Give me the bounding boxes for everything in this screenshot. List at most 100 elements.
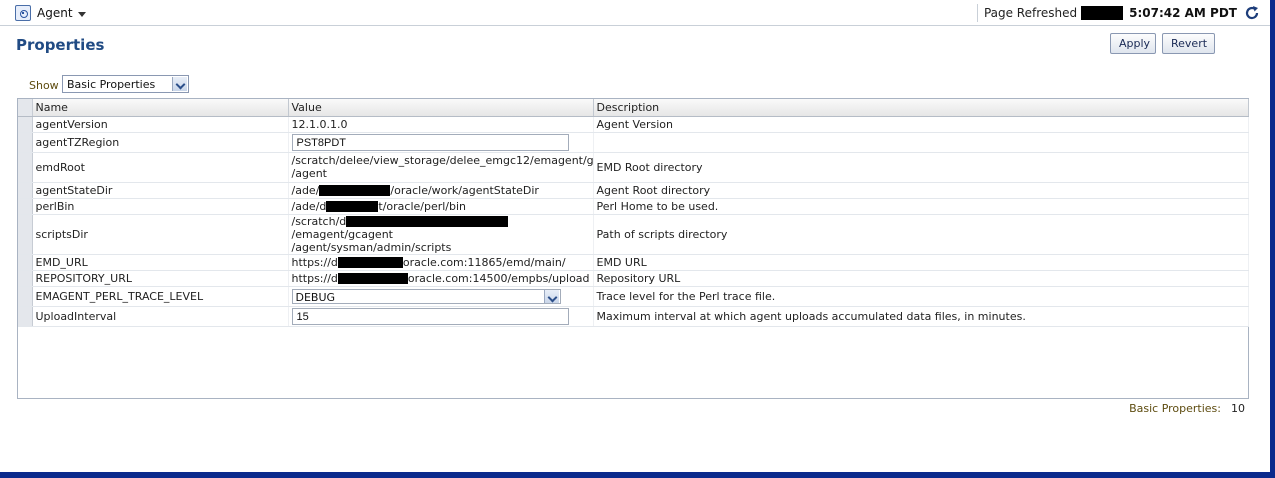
row-selector[interactable] — [18, 116, 33, 133]
page-refresh-area: Page Refreshed 5:07:42 AM PDT — [976, 4, 1260, 22]
value-suffix: t/oracle/perl/bin — [378, 199, 467, 213]
agent-tz-region-input[interactable] — [291, 133, 569, 151]
table-row: perlBin /ade/d t/oracle/perl/bin Perl Hom… — [18, 198, 1249, 215]
show-label: Show — [29, 79, 59, 92]
caret-down-icon — [77, 11, 86, 17]
row-count-value: 10 — [1231, 402, 1245, 415]
property-description: Trace level for the Perl trace file. — [593, 286, 1249, 307]
perl-trace-level-select[interactable]: DEBUG — [291, 288, 561, 304]
value-prefix: /scratch/d — [291, 214, 347, 228]
perl-trace-level-value: DEBUG — [295, 290, 336, 304]
property-description — [593, 132, 1249, 153]
property-description: Maximum interval at which agent uploads … — [593, 306, 1249, 327]
table-row: agentTZRegion — [18, 132, 1249, 153]
property-name: agentStateDir — [32, 182, 289, 199]
row-count-label: Basic Properties: — [1129, 402, 1221, 415]
redacted-block — [326, 200, 379, 212]
property-description: EMD URL — [593, 254, 1249, 271]
value-prefix: /ade/ — [291, 183, 320, 197]
table-row: agentStateDir /ade/ /oracle/work/agentSta… — [18, 182, 1249, 199]
property-name: scriptsDir — [32, 214, 289, 255]
value-suffix: oracle.com:11865/emd/main/ — [402, 255, 566, 269]
value-suffix: oracle.com:14500/empbs/upload — [407, 271, 590, 285]
property-description: Agent Version — [593, 116, 1249, 133]
show-select-value: Basic Properties — [67, 78, 156, 91]
property-value: /scratch/d/emagent/gcagent /agent/sysman… — [288, 214, 594, 255]
property-description: EMD Root directory — [593, 152, 1249, 183]
divider — [976, 4, 978, 22]
property-value: https://d oracle.com:11865/emd/main/ — [288, 254, 594, 271]
property-value: 12.1.0.1.0 — [288, 116, 594, 133]
top-bar: Agent Page Refreshed 5:07:42 AM PDT — [0, 0, 1270, 26]
dropdown-arrow-icon[interactable] — [172, 77, 187, 91]
row-selector[interactable] — [18, 270, 33, 287]
refresh-time: 5:07:42 AM PDT — [1129, 6, 1237, 20]
table-row: EMD_URL https://d oracle.com:11865/emd/ma… — [18, 254, 1249, 271]
row-selector[interactable] — [18, 214, 33, 255]
property-name: REPOSITORY_URL — [32, 270, 289, 287]
row-selector[interactable] — [18, 306, 33, 327]
property-name: emdRoot — [32, 152, 289, 183]
property-description: Repository URL — [593, 270, 1249, 287]
property-name: EMAGENT_PERL_TRACE_LEVEL — [32, 286, 289, 307]
column-header-description[interactable]: Description — [593, 99, 1249, 117]
table-row: emdRoot /scratch/delee/view_storage/dele… — [18, 152, 1249, 183]
property-name: perlBin — [32, 198, 289, 215]
revert-button[interactable]: Revert — [1162, 33, 1215, 54]
redacted-block — [337, 256, 403, 268]
column-header-value[interactable]: Value — [288, 99, 594, 117]
row-selector[interactable] — [18, 286, 33, 307]
property-description: Path of scripts directory — [593, 214, 1249, 255]
table-row: UploadInterval Maximum interval at which… — [18, 306, 1249, 327]
row-selector[interactable] — [18, 182, 33, 199]
property-value-cell — [288, 306, 594, 327]
property-value-cell — [288, 132, 594, 153]
row-selector[interactable] — [18, 152, 33, 183]
refresh-icon[interactable] — [1244, 5, 1260, 21]
table-row: agentVersion 12.1.0.1.0 Agent Version — [18, 116, 1249, 133]
property-value: https://d oracle.com:14500/empbs/upload — [288, 270, 594, 287]
property-description: Perl Home to be used. — [593, 198, 1249, 215]
property-name: EMD_URL — [32, 254, 289, 271]
dropdown-arrow-icon[interactable] — [543, 289, 559, 303]
value-line-2: /agent/sysman/admin/scripts — [291, 240, 452, 254]
page-title: Properties — [16, 36, 105, 54]
row-count-footer: Basic Properties: 10 — [1129, 402, 1245, 415]
properties-page: Agent Page Refreshed 5:07:42 AM PDT Prop… — [0, 0, 1270, 472]
property-description: Agent Root directory — [593, 182, 1249, 199]
redacted-block — [337, 272, 408, 284]
property-value: /ade/ /oracle/work/agentStateDir — [288, 182, 594, 199]
value-line-2: /agent — [291, 167, 327, 180]
page-refreshed-label: Page Refreshed — [983, 6, 1078, 20]
row-selector[interactable] — [18, 198, 33, 215]
row-selector[interactable] — [18, 254, 33, 271]
value-prefix: https://d — [291, 255, 338, 269]
property-name: agentTZRegion — [32, 132, 289, 153]
redacted-block — [1081, 6, 1124, 20]
redacted-block — [319, 184, 391, 196]
table-row: scriptsDir /scratch/d/emagent/gcagent /a… — [18, 214, 1249, 255]
value-prefix: https://d — [291, 271, 338, 285]
agent-target-icon — [15, 5, 31, 21]
redacted-block — [346, 215, 509, 227]
column-header-name[interactable]: Name — [32, 99, 289, 117]
properties-table: Name Value Description agentVersion 12.1… — [17, 98, 1249, 399]
value-line-1: /scratch/delee/view_storage/delee_emgc12… — [291, 154, 593, 167]
apply-button[interactable]: Apply — [1110, 33, 1156, 54]
value-suffix: /emagent/gcagent — [291, 227, 393, 241]
agent-menu-label: Agent — [37, 6, 73, 20]
property-name: UploadInterval — [32, 306, 289, 327]
row-selector[interactable] — [18, 132, 33, 153]
upload-interval-input[interactable] — [291, 307, 569, 325]
table-row: EMAGENT_PERL_TRACE_LEVEL DEBUG Trace lev… — [18, 286, 1249, 307]
property-value: /scratch/delee/view_storage/delee_emgc12… — [288, 152, 594, 183]
value-prefix: /ade/d — [291, 199, 327, 213]
table-row: REPOSITORY_URL https://d oracle.com:14500… — [18, 270, 1249, 287]
show-select[interactable]: Basic Properties — [62, 75, 189, 93]
property-name: agentVersion — [32, 116, 289, 133]
row-selector-header — [18, 99, 33, 117]
table-header-row: Name Value Description — [18, 99, 1249, 117]
property-value-cell: DEBUG — [288, 286, 594, 307]
agent-menu[interactable]: Agent — [15, 4, 86, 22]
property-value: /ade/d t/oracle/perl/bin — [288, 198, 594, 215]
